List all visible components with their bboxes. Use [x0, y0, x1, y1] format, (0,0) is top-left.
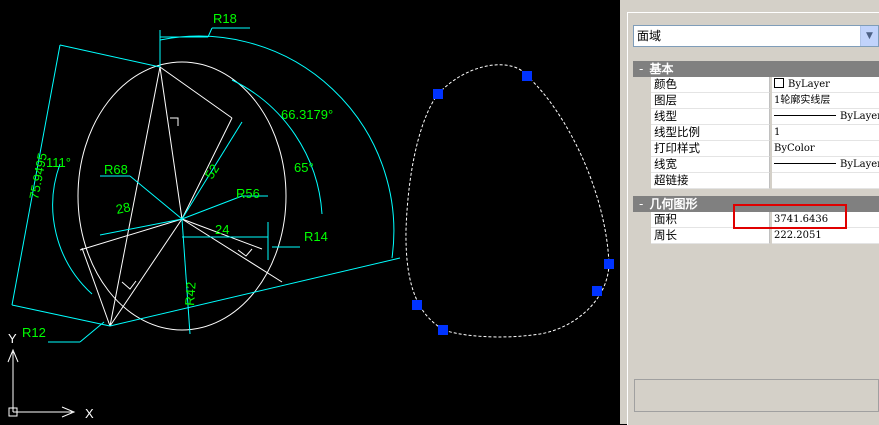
grip-handle[interactable]: [438, 325, 448, 335]
leader-line: [79, 321, 105, 343]
property-value-text: ByLayer: [840, 159, 879, 170]
dim-text-r12: R12: [22, 325, 46, 340]
property-value-text: ByLayer: [840, 111, 879, 122]
ext-line: [11, 304, 111, 327]
area-highlight-box: [733, 204, 847, 229]
property-row-plot-style[interactable]: 打印样式 ByColor: [633, 141, 879, 157]
edge-line: [159, 66, 233, 119]
dim-text-65-deg: 65°: [294, 160, 314, 175]
grip-handle[interactable]: [522, 71, 532, 81]
section-header-basic[interactable]: - 基本: [633, 61, 879, 77]
line-sample-icon: [774, 115, 836, 116]
property-value[interactable]: ByLayer: [772, 77, 879, 93]
grip-handle[interactable]: [412, 300, 422, 310]
dimension-lines: [11, 27, 401, 343]
drawing-canvas[interactable]: R18 66.3179° 65° 75.9495 111° R68 52 R56…: [0, 0, 620, 424]
property-value-text: ByLayer: [788, 79, 830, 90]
dim-text-r56: R56: [236, 186, 260, 201]
grip-handle[interactable]: [592, 286, 602, 296]
property-row-linetype[interactable]: 线型 ByLayer: [633, 109, 879, 125]
property-row-linetype-scale[interactable]: 线型比例 1: [633, 125, 879, 141]
basic-property-grid: 颜色 ByLayer 图层 1轮廓实线层 线型 ByLayer 线型比例 1 打…: [633, 77, 879, 189]
property-name: 超链接: [651, 173, 770, 189]
ext-line: [59, 44, 161, 68]
property-value[interactable]: 1轮廓实线层: [772, 93, 879, 109]
dim-text-24: 24: [215, 222, 229, 237]
property-row-perimeter[interactable]: 周长 222.2051: [633, 228, 879, 244]
dim-text-52: 52: [202, 161, 222, 181]
ucs-y-label: Y: [8, 331, 17, 346]
ext-line: [109, 257, 401, 327]
dim-text-angle-66: 66.3179°: [281, 107, 333, 122]
description-area: [634, 379, 879, 412]
property-name: 颜色: [651, 77, 770, 93]
center-line: [181, 218, 283, 283]
dim-text-r68: R68: [104, 162, 128, 177]
selected-region[interactable]: [405, 64, 614, 338]
collapse-icon[interactable]: -: [639, 62, 643, 76]
property-name: 图层: [651, 93, 770, 109]
property-row-layer[interactable]: 图层 1轮廓实线层: [633, 93, 879, 109]
property-value[interactable]: 222.2051: [772, 228, 879, 244]
dim-line: [99, 218, 183, 236]
dim-text-r18: R18: [213, 11, 237, 26]
ucs-x-label: X: [85, 406, 94, 421]
property-row-color[interactable]: 颜色 ByLayer: [633, 77, 879, 93]
grip-handle[interactable]: [604, 259, 614, 269]
section-title: 基本: [649, 62, 674, 76]
collapse-icon[interactable]: -: [639, 197, 643, 211]
leader-line: [129, 175, 183, 220]
center-line: [159, 66, 183, 220]
property-value[interactable]: ByLayer: [772, 109, 879, 125]
dim-text-111-deg: 111°: [46, 155, 71, 170]
grip-handle[interactable]: [433, 89, 443, 99]
edge-line: [109, 66, 161, 327]
region-boundary: [405, 64, 610, 338]
ucs-icon: [7, 348, 76, 418]
property-value[interactable]: [772, 173, 879, 189]
property-value[interactable]: ByColor: [772, 141, 879, 157]
property-row-hyperlink[interactable]: 超链接: [633, 173, 879, 189]
object-type-select[interactable]: 面域 ▼: [633, 25, 879, 47]
property-name: 打印样式: [651, 141, 770, 157]
chevron-down-icon[interactable]: ▼: [860, 26, 878, 46]
color-swatch-icon: [774, 78, 784, 88]
center-line: [79, 218, 183, 251]
right-angle-mark: [237, 248, 253, 257]
line-sample-icon: [774, 163, 836, 164]
angle-arc: [159, 35, 395, 259]
angle-arc: [52, 163, 93, 295]
property-name: 线型: [651, 109, 770, 125]
property-value[interactable]: ByLayer: [772, 157, 879, 173]
property-name: 线型比例: [651, 125, 770, 141]
property-row-lineweight[interactable]: 线宽 ByLayer: [633, 157, 879, 173]
section-title: 几何图形: [649, 197, 698, 211]
dim-line: [181, 218, 191, 335]
object-type-value: 面域: [637, 29, 662, 43]
dim-text-r14: R14: [304, 229, 328, 244]
dim-text-28: 28: [115, 199, 132, 217]
property-value[interactable]: 1: [772, 125, 879, 141]
property-name: 线宽: [651, 157, 770, 173]
right-angle-mark: [121, 280, 137, 290]
dim-text-r42: R42: [182, 281, 199, 306]
dim-line: [181, 195, 243, 220]
property-name: 周长: [651, 228, 770, 244]
leader-line: [207, 27, 213, 38]
right-angle-mark: [170, 117, 179, 126]
